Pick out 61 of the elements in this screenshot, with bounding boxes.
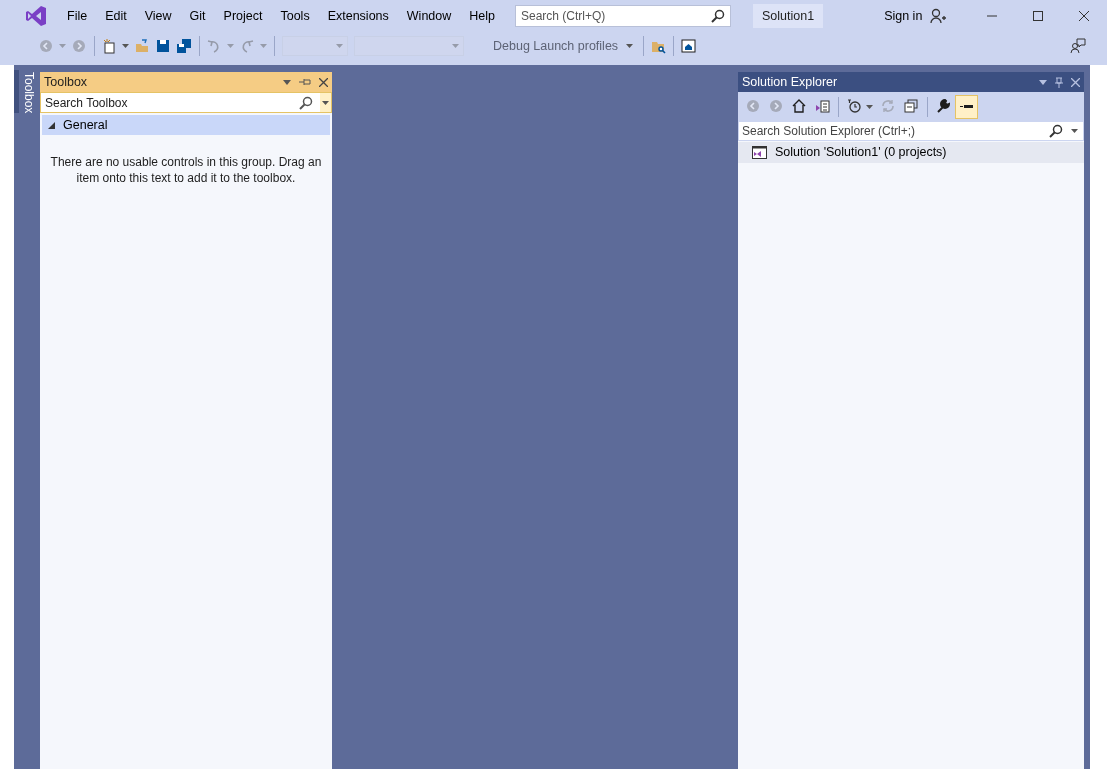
menu-item[interactable]: File (58, 6, 97, 26)
caret-icon (122, 44, 129, 48)
feedback-icon (1070, 38, 1086, 54)
forward-icon (72, 38, 87, 54)
caret-icon (452, 44, 459, 48)
solution-icon (752, 146, 767, 159)
window-layout-icon (681, 38, 697, 54)
redo-icon (240, 38, 255, 54)
menu-item[interactable]: Project (214, 6, 272, 26)
new-item-icon (102, 38, 117, 54)
search-icon (711, 9, 725, 23)
switch-views-icon (815, 99, 830, 114)
menu-item[interactable]: Extensions (318, 6, 398, 26)
wrench-icon (936, 99, 951, 114)
empty-message: There are no usable controls in this group. Drag an item onto this text to add it to the toolbox. (49, 154, 323, 188)
sync-icon (881, 99, 896, 114)
save-icon (156, 38, 171, 54)
caret-icon (866, 104, 873, 109)
clock-icon (847, 99, 862, 114)
preview-button[interactable] (955, 94, 978, 119)
panel-title: Solution Explorer (742, 73, 838, 91)
search-icon (1049, 124, 1063, 138)
sign-in-button[interactable]: Sign in (875, 6, 956, 26)
caret-icon (322, 100, 329, 105)
caret-icon (59, 44, 66, 48)
group-label: General (63, 116, 108, 134)
search-field[interactable]: Search (Ctrl+Q) (515, 5, 731, 27)
add-user-icon (930, 8, 947, 24)
dropdown-icon (283, 79, 291, 85)
menu-item[interactable]: View (135, 6, 181, 26)
caret-icon (227, 44, 234, 48)
group-header[interactable]: General (42, 115, 330, 135)
close-icon (1071, 77, 1080, 87)
forward-icon (769, 99, 784, 114)
caret-icon (626, 44, 634, 48)
menu-item[interactable]: Edit (96, 6, 136, 26)
back-icon (39, 38, 54, 54)
caret-icon (1071, 129, 1078, 133)
dropdown-icon (1039, 79, 1047, 85)
home-icon (792, 99, 807, 114)
pin-icon (299, 77, 311, 87)
caret-icon (336, 44, 343, 48)
pin-icon (1055, 76, 1063, 88)
close-icon (1079, 11, 1089, 21)
close-icon (319, 77, 328, 87)
expanded-icon (48, 121, 55, 129)
caret-icon (260, 44, 267, 48)
tree-item[interactable]: Solution 'Solution1' (0 projects) (738, 142, 1084, 163)
save-all-icon (177, 38, 192, 54)
window-title: Solution1 (753, 3, 824, 29)
search-icon (299, 95, 313, 110)
menu-item[interactable]: Window (397, 6, 461, 26)
panel-title: Toolbox (44, 73, 88, 91)
menu-item[interactable]: Git (180, 6, 215, 26)
menu-item[interactable]: Help (460, 6, 504, 26)
menu-item[interactable]: Tools (271, 6, 319, 26)
logo-icon (25, 5, 47, 27)
maximize-icon (1033, 11, 1043, 21)
back-icon (746, 99, 761, 114)
collapse-all-icon (904, 99, 919, 114)
folder-icon (135, 38, 150, 54)
